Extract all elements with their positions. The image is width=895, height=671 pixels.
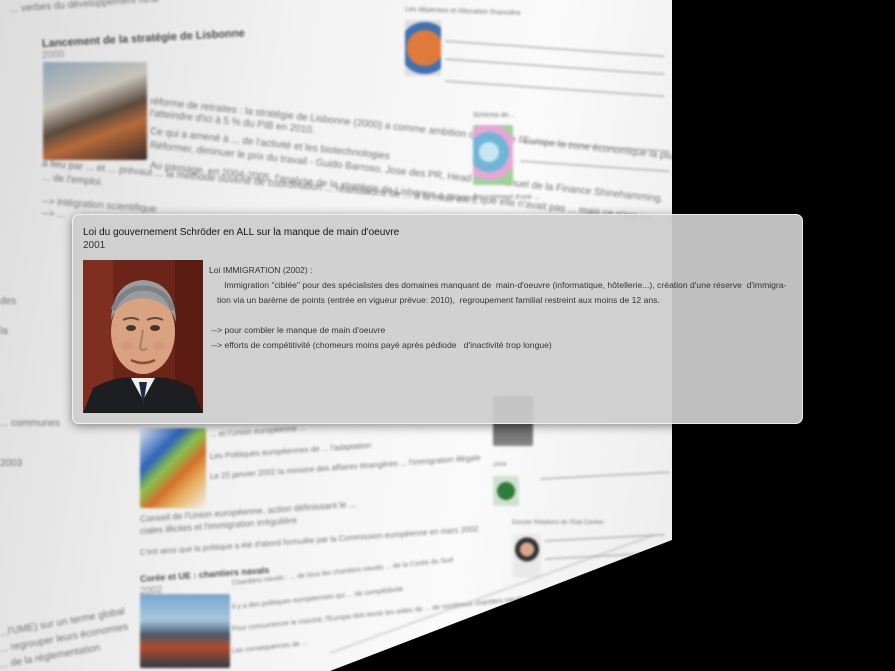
event-paragraph: Les conséquences de ...: [231, 640, 308, 655]
text-line: [444, 58, 665, 76]
event-year: 2000: [41, 48, 65, 61]
thumbnail-caption: Dossier Relations de l'État Coréen: [512, 520, 604, 526]
popup-line-bullet: --> pour combler le manque de main d'oeu…: [209, 325, 386, 335]
event-thumbnail[interactable]: [43, 62, 147, 160]
popup-line: Immigration "ciblée" pour des spécialist…: [217, 280, 787, 290]
popup-line-bullet: --> efforts de compétitivité (chomeurs m…: [209, 340, 552, 350]
logo-thumbnail[interactable]: [493, 476, 519, 506]
left-fragment: la: [0, 326, 8, 337]
popup-line-heading: Loi IMMIGRATION (2002) :: [209, 265, 313, 275]
left-fragment: des: [0, 296, 17, 307]
popup-year: 2001: [83, 240, 106, 251]
shipyard-thumbnail[interactable]: [140, 594, 230, 668]
event-paragraph: ... de l'emploi.: [41, 172, 104, 189]
event-paragraph: Il y a des politiques européennes qui ..…: [231, 586, 404, 611]
diagram-thumbnail[interactable]: [473, 125, 513, 185]
popup-spacer: [209, 308, 794, 323]
europe-map-thumbnail[interactable]: [140, 428, 206, 508]
pie-chart-thumbnail[interactable]: [405, 20, 441, 76]
left-fragment: 2003: [0, 458, 23, 469]
text-line: [519, 160, 670, 173]
popup-description: Loi IMMIGRATION (2002) : Immigration "ci…: [209, 263, 794, 353]
text-line: [539, 471, 670, 480]
portrait-photo: [83, 260, 203, 413]
event-detail-popup[interactable]: Loi du gouvernement Schröder en ALL sur …: [72, 214, 803, 424]
header-fragment: ... verbes du développement rural: [9, 0, 160, 15]
thumbnail-caption: 2004: [493, 462, 507, 468]
thumbnail-caption: Les dépenses et Allocation financière: [404, 6, 521, 18]
thumbnail-caption: Recrutement d'une ...: [473, 194, 540, 201]
text-line: [444, 40, 665, 58]
thumbnail-caption: Schéma de...: [473, 112, 515, 119]
portrait-image: [83, 260, 203, 413]
event-paragraph: Les Politiques européennes de ... l'adap…: [209, 440, 372, 461]
left-fragment: ... communes: [0, 418, 61, 429]
event-title[interactable]: Lancement de la stratégie de Lisbonne: [42, 27, 245, 50]
event-paragraph: ... et l'Union européenne ...: [209, 423, 306, 439]
screen: ... verbes du développement rural Lancem…: [0, 0, 895, 671]
event-link[interactable]: --> ...: [42, 208, 66, 221]
portrait-thumbnail[interactable]: [513, 534, 541, 578]
popup-title: Loi du gouvernement Schröder en ALL sur …: [83, 227, 400, 238]
popup-line: tion via un barème de points (entrée en …: [217, 295, 660, 305]
text-line: [444, 80, 665, 98]
